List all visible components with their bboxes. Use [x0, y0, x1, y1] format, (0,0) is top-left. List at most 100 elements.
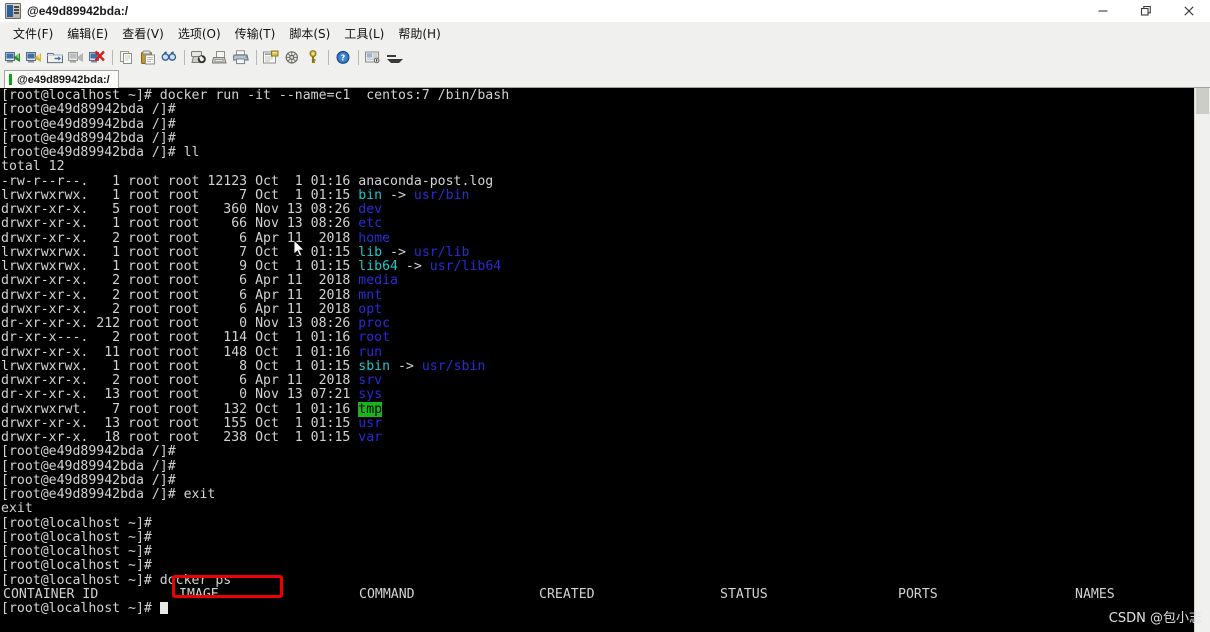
- menu-view[interactable]: 查看(V): [115, 22, 171, 46]
- file-entry-name: bin: [358, 187, 383, 203]
- file-entry-name: media: [358, 273, 398, 289]
- terminal-line: drwxr-xr-x. 2 root root 6 Apr 11 2018 me…: [1, 273, 398, 289]
- file-entry-name: proc: [358, 316, 391, 331]
- terminal-line: lrwxrwxrwx. 1 root root 8 Oct 1 01:15 sb…: [1, 358, 486, 374]
- symlink-target: usr/sbin: [421, 358, 486, 374]
- terminal-line: -rw-r--r--. 1 root root 12123 Oct 1 01:1…: [1, 173, 494, 189]
- file-entry-name: mnt: [358, 287, 383, 303]
- terminal-line: lrwxrwxrwx. 1 root root 7 Oct 1 01:15 li…: [1, 244, 470, 260]
- connect-icon[interactable]: [3, 48, 23, 67]
- terminal-window-icon: [5, 2, 21, 19]
- scrollbar-thumb[interactable]: [1196, 88, 1209, 114]
- file-entry-name: run: [358, 344, 383, 360]
- open-folder-icon[interactable]: [45, 48, 65, 67]
- reconnect-icon[interactable]: [66, 48, 86, 67]
- terminal-output[interactable]: [root@localhost ~]# docker run -it --nam…: [0, 88, 1194, 632]
- docker-ps-header-row: CONTAINER ID IMAGE COMMAND CREATED STATUS POR…: [1, 586, 1194, 602]
- terminal-line: drwxr-xr-x. 5 root root 360 Nov 13 08:26…: [1, 202, 383, 217]
- terminal-line: [root@localhost ~]# docker run -it --nam…: [1, 88, 510, 103]
- paste-icon[interactable]: [138, 48, 158, 67]
- terminal-line: [root@e49d89942bda /]#: [1, 458, 176, 474]
- file-entry-name: lib: [358, 244, 383, 260]
- terminal-line: [root@e49d89942bda /]# exit: [1, 487, 216, 502]
- help-icon[interactable]: ?: [333, 48, 353, 67]
- terminal-line: [root@e49d89942bda /]#: [1, 116, 176, 132]
- file-entry-name: srv: [358, 373, 383, 388]
- title-bar: @e49d89942bda:/: [0, 0, 1210, 22]
- terminal-line: drwxr-xr-x. 13 root root 155 Oct 1 01:15…: [1, 415, 383, 431]
- docker-ps-header-status: STATUS: [720, 586, 768, 602]
- print-icon[interactable]: [231, 48, 251, 67]
- toolbar-separator: [184, 49, 185, 65]
- file-entry-name: sbin: [358, 358, 391, 374]
- toolbar-overflow-icon[interactable]: [386, 48, 403, 67]
- session-options-icon[interactable]: [261, 48, 281, 67]
- toolbar-separator: [256, 49, 257, 65]
- connect-sftp-icon[interactable]: [24, 48, 44, 67]
- print-preview-icon[interactable]: [210, 48, 230, 67]
- terminal-line: [root@e49d89942bda /]#: [1, 444, 176, 460]
- menu-bar: 文件(F) 编辑(E) 查看(V) 选项(O) 传输(T) 脚本(S) 工具(L…: [0, 22, 1210, 46]
- close-button[interactable]: [1167, 0, 1210, 22]
- csdn-watermark: CSDN @包小志: [1108, 611, 1202, 626]
- menu-help[interactable]: 帮助(H): [391, 22, 447, 46]
- terminal-line: dr-xr-xr-x. 13 root root 0 Nov 13 07:21 …: [1, 387, 383, 403]
- restore-button[interactable]: [1124, 0, 1167, 22]
- disconnect-icon[interactable]: [87, 48, 107, 67]
- menu-script[interactable]: 脚本(S): [282, 22, 337, 46]
- docker-ps-header-container-id: CONTAINER ID: [3, 586, 99, 602]
- file-entry-name: var: [358, 430, 383, 445]
- copy-icon[interactable]: [117, 48, 137, 67]
- global-options-icon[interactable]: [282, 48, 302, 67]
- menu-file[interactable]: 文件(F): [6, 22, 60, 46]
- terminal-line: [root@localhost ~]# docker ps: [1, 572, 232, 588]
- docker-ps-header-ports: PORTS: [898, 586, 938, 602]
- terminal-line: total 12: [1, 159, 65, 175]
- file-entry-name: lib64: [358, 259, 398, 274]
- terminal-line: lrwxrwxrwx. 1 root root 9 Oct 1 01:15 li…: [1, 259, 502, 274]
- file-entry-name: root: [358, 330, 391, 346]
- log-session-icon[interactable]: [189, 48, 209, 67]
- terminal-line: drwxr-xr-x. 2 root root 6 Apr 11 2018 op…: [1, 301, 383, 317]
- file-entry-name: home: [358, 230, 391, 246]
- file-entry-name: opt: [358, 301, 383, 317]
- docker-ps-header-command: COMMAND: [359, 586, 415, 602]
- terminal-line: [root@localhost ~]#: [1, 558, 152, 574]
- terminal-line: lrwxrwxrwx. 1 root root 7 Oct 1 01:15 bi…: [1, 187, 470, 203]
- terminal-line: dr-xr-x---. 2 root root 114 Oct 1 01:16 …: [1, 330, 391, 346]
- symlink-target: usr/lib: [413, 244, 470, 260]
- toolbar: ?: [0, 46, 1210, 68]
- securecrt-window: @e49d89942bda:/ 文件(F) 编辑(E) 查看(V) 选项(O) …: [0, 0, 1210, 632]
- docker-ps-header-image: IMAGE: [179, 586, 219, 602]
- terminal-line: [root@localhost ~]#: [1, 544, 152, 559]
- file-entry-name: dev: [358, 202, 383, 217]
- terminal-line: drwxr-xr-x. 18 root root 238 Oct 1 01:15…: [1, 430, 383, 445]
- toolbar-separator: [358, 49, 359, 65]
- menu-transfer[interactable]: 传输(T): [228, 22, 283, 46]
- file-entry-name: sys: [358, 387, 383, 403]
- svg-text:?: ?: [341, 53, 345, 62]
- tab-session-e49d89942bda[interactable]: @e49d89942bda:/: [4, 70, 119, 88]
- file-entry-name: tmp: [358, 401, 383, 417]
- toolbar-separator: [328, 49, 329, 65]
- key-icon[interactable]: [303, 48, 323, 67]
- tab-strip-filler: [118, 70, 1210, 88]
- tab-label: @e49d89942bda:/: [17, 73, 110, 86]
- terminal-line: drwxr-xr-x. 2 root root 6 Apr 11 2018 ho…: [1, 230, 391, 246]
- about-icon[interactable]: [363, 48, 383, 67]
- symlink-target: usr/lib64: [429, 259, 502, 274]
- menu-edit[interactable]: 编辑(E): [60, 22, 115, 46]
- docker-ps-header-names: NAMES: [1075, 586, 1115, 602]
- terminal-line: drwxr-xr-x. 2 root root 6 Apr 11 2018 mn…: [1, 287, 383, 303]
- terminal-line: drwxr-xr-x. 11 root root 148 Oct 1 01:16…: [1, 344, 383, 360]
- menu-options[interactable]: 选项(O): [171, 22, 228, 46]
- tab-status-indicator: [9, 74, 12, 85]
- tab-strip: @e49d89942bda:/: [0, 68, 1210, 88]
- minimize-button[interactable]: [1081, 0, 1124, 22]
- terminal-line: drwxr-xr-x. 2 root root 6 Apr 11 2018 sr…: [1, 373, 383, 388]
- file-entry-name: etc: [358, 216, 383, 232]
- menu-tools[interactable]: 工具(L): [337, 22, 391, 46]
- find-icon[interactable]: [159, 48, 179, 67]
- symlink-target: usr/bin: [413, 187, 470, 203]
- terminal-scrollbar[interactable]: [1194, 88, 1210, 632]
